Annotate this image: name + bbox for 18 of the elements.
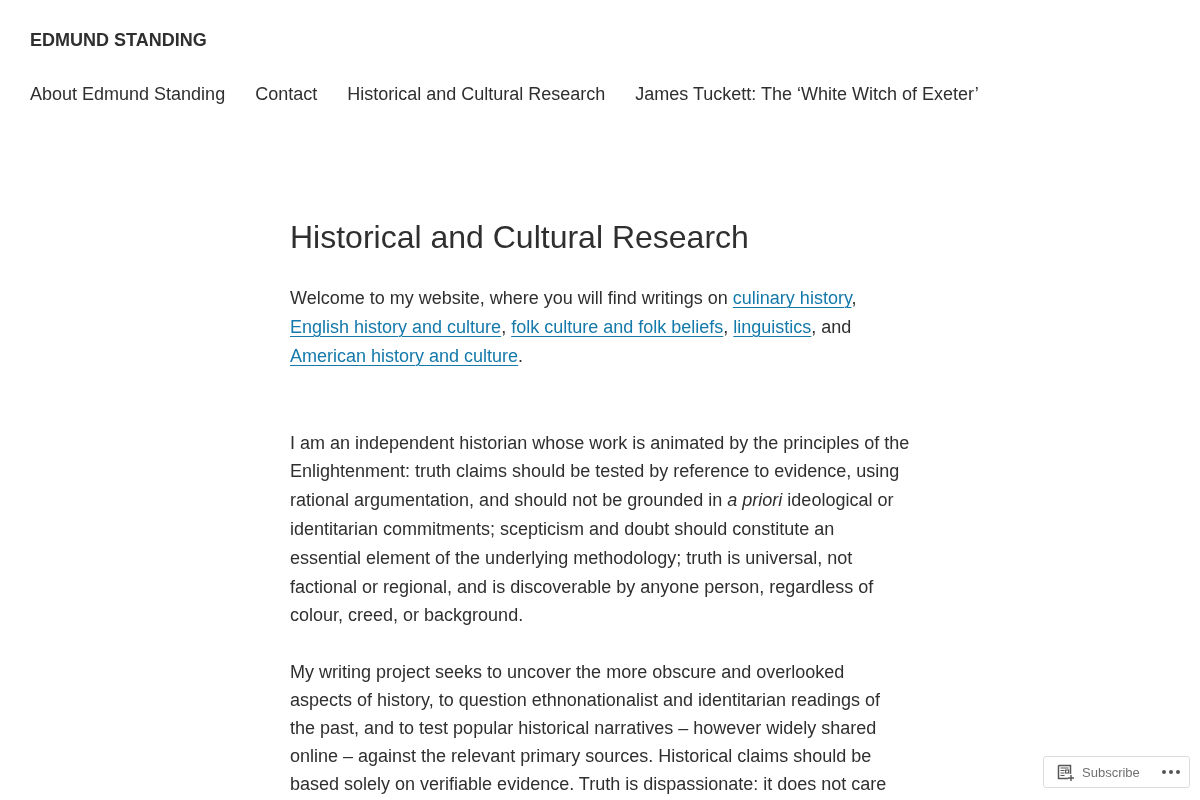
- more-button[interactable]: [1162, 770, 1180, 774]
- text-link[interactable]: English history and culture: [290, 317, 502, 337]
- text-link[interactable]: linguistics: [733, 317, 812, 337]
- text-link[interactable]: culinary history: [732, 288, 852, 309]
- ellipsis-icon: [1162, 770, 1180, 774]
- nav-link[interactable]: Contact: [255, 80, 318, 109]
- body-paragraph: I am an independent historian whose work is animated by the principles of the Enlightenment: truth claims should be tested by reference to evidence, using rational argumentation, and should not be grounded in a priori ideological or identitarian commitments; scepticism and doubt should constitute an essential element of the underlying methodology; truth is universal, not factional or regional, and is discoverable by anyone person, regardless of colour, creed, or background.: [290, 431, 910, 628]
- body-paragraph: My writing project seeks to uncover the more obscure and overlooked aspects of history, to question ethnonationalist and identitarian readings of the past, and to test popular historical narratives – however widely shared online – against the relevant primary sources. Historical claims should be based solely on verifiable evidence. Truth is dispassionate: it does not care: [290, 661, 888, 796]
- page-title: Historical and Cultural Research: [290, 217, 749, 257]
- intro-paragraph: Welcome to my website, where you will find writings on culinary history, English history and culture, folk culture and folk beliefs, linguistics, and American history and culture.: [290, 287, 858, 368]
- site-title[interactable]: EDMUND STANDING: [30, 29, 207, 51]
- text-link[interactable]: American history and culture: [290, 345, 519, 366]
- nav-link[interactable]: About Edmund Standing: [30, 80, 226, 109]
- text-link[interactable]: folk culture and folk beliefs: [511, 317, 724, 337]
- nav-link[interactable]: James Tuckett: The ‘White Witch of Exeter’: [635, 80, 979, 109]
- subscribe-button[interactable]: Subscribe: [1057, 763, 1140, 781]
- nav-link[interactable]: Historical and Cultural Research: [347, 80, 606, 109]
- document-plus-icon: [1057, 763, 1074, 781]
